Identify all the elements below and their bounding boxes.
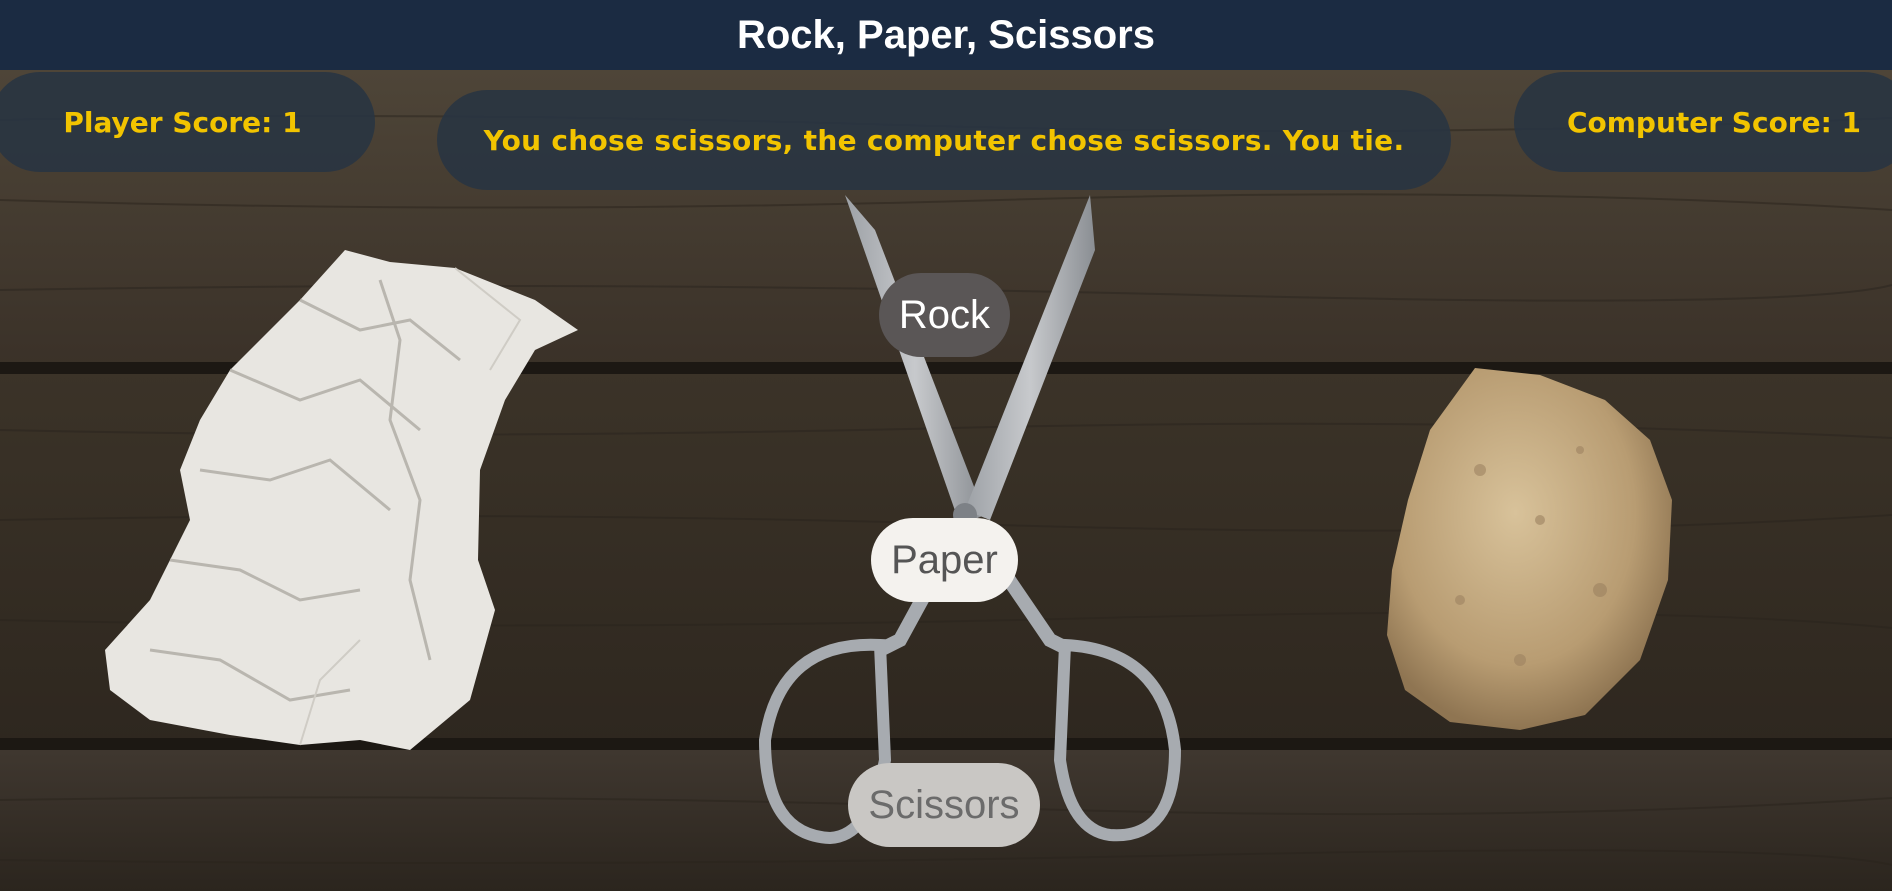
paper-button[interactable]: Paper <box>871 518 1018 602</box>
rock-button[interactable]: Rock <box>879 273 1010 357</box>
player-score: Player Score: 1 <box>0 72 375 172</box>
page-title: Rock, Paper, Scissors <box>0 0 1892 70</box>
scissors-button[interactable]: Scissors <box>848 763 1040 847</box>
computer-score: Computer Score: 1 <box>1514 72 1892 172</box>
result-message: You chose scissors, the computer chose s… <box>437 90 1451 190</box>
